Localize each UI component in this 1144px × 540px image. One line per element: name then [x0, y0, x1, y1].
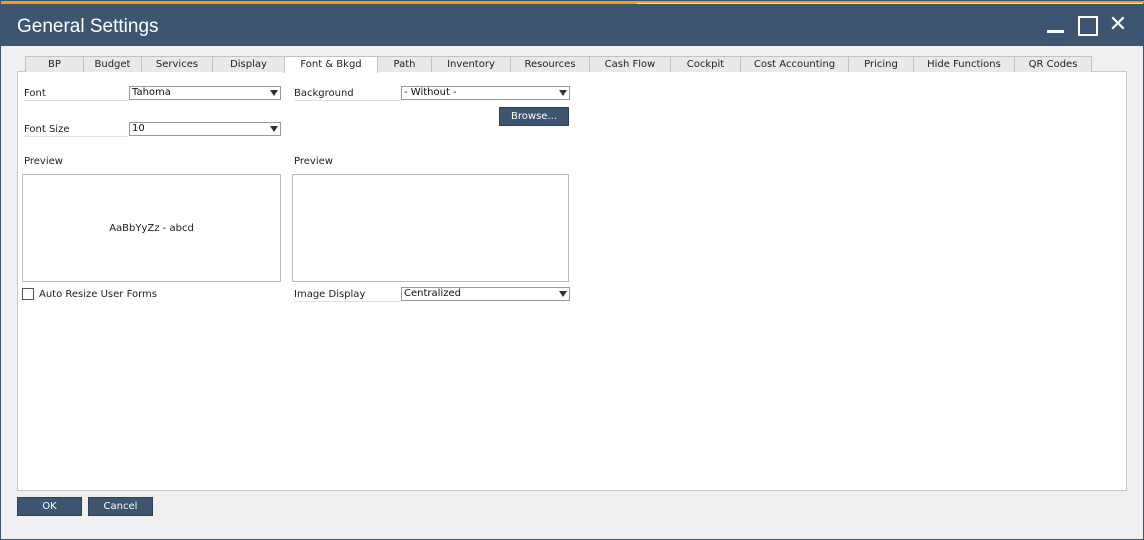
background-select-value: - Without -: [404, 87, 457, 98]
tab-cost-accounting[interactable]: Cost Accounting: [740, 56, 849, 72]
background-select[interactable]: - Without -: [401, 86, 570, 100]
minimize-icon[interactable]: [1043, 12, 1069, 38]
maximize-icon[interactable]: [1075, 12, 1101, 38]
browse-button[interactable]: Browse...: [499, 107, 569, 126]
tab-qr-codes[interactable]: QR Codes: [1014, 56, 1092, 72]
background-label: Background: [294, 88, 354, 99]
tab-display[interactable]: Display: [212, 56, 285, 72]
tab-strip: BP Budget Services Display Font & Bkgd P…: [25, 56, 1092, 73]
tab-cash-flow[interactable]: Cash Flow: [589, 56, 671, 72]
tab-resources[interactable]: Resources: [510, 56, 590, 72]
window-title: General Settings: [17, 16, 159, 37]
tab-font-bkgd[interactable]: Font & Bkgd: [284, 56, 378, 73]
tab-path[interactable]: Path: [377, 56, 432, 72]
tab-budget[interactable]: Budget: [83, 56, 142, 72]
font-label-underline: [24, 100, 128, 101]
font-label: Font: [24, 88, 46, 99]
close-icon[interactable]: ✕: [1105, 12, 1131, 38]
image-display-label-underline: [294, 301, 400, 302]
auto-resize-checkbox[interactable]: [22, 288, 34, 300]
font-select[interactable]: Tahoma: [129, 86, 281, 100]
font-size-select[interactable]: 10: [129, 122, 281, 136]
font-select-value: Tahoma: [132, 87, 171, 98]
font-preview-box: AaBbYyZz - abcd: [22, 174, 281, 282]
chevron-down-icon: [270, 90, 278, 96]
font-size-label-underline: [24, 136, 128, 137]
background-preview-box: [292, 174, 569, 282]
chevron-down-icon: [559, 90, 567, 96]
image-display-select-value: Centralized: [404, 288, 461, 299]
background-preview-label: Preview: [294, 156, 333, 167]
background-label-underline: [294, 100, 400, 101]
tab-bp[interactable]: BP: [25, 56, 84, 72]
accent-line-right: [637, 1, 1144, 3]
tab-pricing[interactable]: Pricing: [848, 56, 914, 72]
title-bar[interactable]: General Settings ✕: [1, 4, 1143, 46]
chevron-down-icon: [559, 291, 567, 297]
tab-hide-functions[interactable]: Hide Functions: [913, 56, 1015, 72]
tab-inventory[interactable]: Inventory: [431, 56, 511, 72]
font-size-select-value: 10: [132, 123, 145, 134]
font-preview-sample: AaBbYyZz - abcd: [109, 223, 194, 234]
cancel-button[interactable]: Cancel: [88, 497, 153, 516]
general-settings-window: General Settings ✕ BP Budget Services Di…: [0, 0, 1144, 540]
auto-resize-label: Auto Resize User Forms: [39, 289, 157, 300]
image-display-select[interactable]: Centralized: [401, 287, 570, 301]
chevron-down-icon: [270, 126, 278, 132]
ok-button[interactable]: OK: [17, 497, 82, 516]
font-preview-label: Preview: [24, 156, 63, 167]
tab-cockpit[interactable]: Cockpit: [670, 56, 741, 72]
font-size-label: Font Size: [24, 124, 70, 135]
tab-services[interactable]: Services: [141, 56, 213, 72]
image-display-label: Image Display: [294, 289, 366, 300]
